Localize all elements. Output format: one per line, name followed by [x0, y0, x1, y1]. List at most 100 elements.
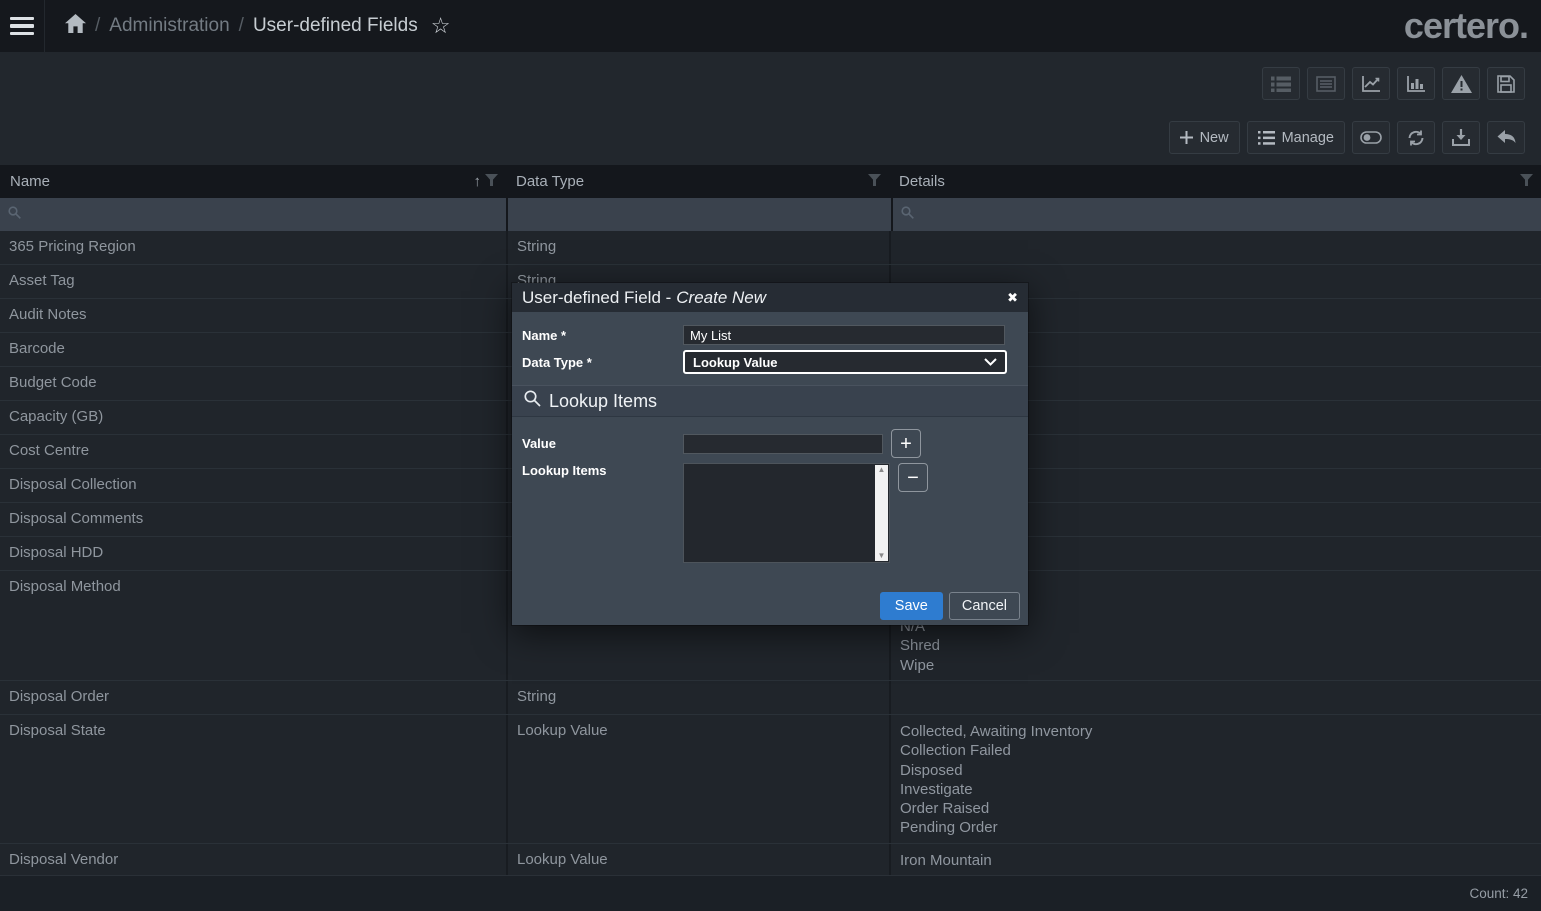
section-title: Lookup Items: [549, 391, 657, 412]
detail-item: Investigate: [900, 780, 1532, 799]
data-type-field-label: Data Type *: [522, 355, 683, 370]
line-chart-icon[interactable]: [1352, 67, 1390, 100]
cancel-button[interactable]: Cancel: [949, 592, 1020, 620]
row-data-type: String: [506, 681, 889, 714]
dialog-title-emphasis: Create New: [676, 288, 766, 308]
table-row[interactable]: 365 Pricing Region String: [0, 231, 1541, 265]
row-name: Disposal Vendor: [0, 844, 506, 876]
value-field-label: Value: [522, 436, 683, 451]
column-header-name[interactable]: Name ↑: [0, 165, 506, 198]
row-name: Disposal Method: [0, 571, 506, 680]
row-name: Asset Tag: [0, 265, 506, 298]
details-filter-input[interactable]: [920, 207, 1533, 223]
new-button-label: New: [1200, 130, 1229, 146]
close-icon[interactable]: ✖: [1007, 290, 1018, 306]
create-new-dialog: User-defined Field - Create New ✖ Name *…: [512, 283, 1028, 625]
breadcrumb: / Administration / User-defined Fields ☆: [65, 14, 450, 39]
search-icon: [901, 206, 914, 224]
row-name: Disposal State: [0, 715, 506, 843]
add-item-button[interactable]: +: [891, 429, 921, 458]
table-header: Name ↑ Data Type Details: [0, 165, 1541, 198]
manage-button[interactable]: Manage: [1247, 121, 1345, 154]
table-row[interactable]: Disposal State Lookup Value Collected, A…: [0, 715, 1541, 844]
bar-chart-icon[interactable]: [1397, 67, 1435, 100]
row-name: Cost Centre: [0, 435, 506, 468]
column-label: Details: [899, 173, 945, 190]
dialog-title: User-defined Field -: [522, 288, 671, 308]
row-name: Disposal Order: [0, 681, 506, 714]
scroll-up-icon[interactable]: ▲: [878, 465, 886, 475]
remove-item-button[interactable]: −: [898, 463, 928, 492]
listbox-scrollbar[interactable]: ▲ ▼: [875, 465, 888, 561]
breadcrumb-section[interactable]: Administration: [109, 15, 229, 37]
sort-ascending-icon: ↑: [474, 173, 482, 190]
hamburger-icon[interactable]: [0, 0, 45, 52]
data-type-filter-cell[interactable]: [508, 198, 891, 231]
breadcrumb-separator: /: [239, 15, 244, 37]
new-button[interactable]: New: [1169, 121, 1240, 154]
value-field[interactable]: [683, 434, 883, 454]
filter-funnel-icon[interactable]: [868, 173, 881, 190]
list-view-icon[interactable]: [1262, 67, 1300, 100]
row-name: Disposal Collection: [0, 469, 506, 502]
row-details: Iron Mountain: [889, 844, 1541, 876]
dialog-title-bar: User-defined Field - Create New ✖: [512, 283, 1028, 312]
name-field[interactable]: [683, 325, 1005, 345]
export-icon[interactable]: [1442, 121, 1480, 154]
name-filter-input[interactable]: [27, 207, 498, 223]
row-name: Capacity (GB): [0, 401, 506, 434]
detail-item: Shred: [900, 636, 1532, 655]
view-toolbar: [0, 67, 1541, 100]
filter-funnel-icon[interactable]: [485, 173, 498, 190]
lookup-items-section-header: Lookup Items: [512, 385, 1028, 417]
save-button[interactable]: Save: [880, 592, 943, 620]
row-name: Budget Code: [0, 367, 506, 400]
row-name: Audit Notes: [0, 299, 506, 332]
row-details: [889, 231, 1541, 264]
scroll-down-icon[interactable]: ▼: [878, 551, 886, 561]
row-data-type: String: [506, 231, 889, 264]
name-filter-cell[interactable]: [0, 198, 506, 231]
manage-button-label: Manage: [1282, 130, 1334, 146]
detail-item: Collection Failed: [900, 741, 1532, 760]
detail-view-icon[interactable]: [1307, 67, 1345, 100]
detail-item: Disposed: [900, 761, 1532, 780]
column-header-data-type[interactable]: Data Type: [506, 165, 889, 198]
toggle-icon[interactable]: [1352, 121, 1390, 154]
column-label: Name: [10, 173, 50, 190]
breadcrumb-current: User-defined Fields: [253, 15, 418, 37]
row-details: [889, 681, 1541, 714]
row-data-type: Lookup Value: [506, 715, 889, 843]
filter-row: [0, 198, 1541, 231]
search-icon: [8, 206, 21, 224]
filter-funnel-icon[interactable]: [1520, 173, 1533, 190]
data-type-filter-input[interactable]: [516, 207, 883, 223]
refresh-icon[interactable]: [1397, 121, 1435, 154]
column-header-details[interactable]: Details: [889, 165, 1541, 198]
top-bar: / Administration / User-defined Fields ☆…: [0, 0, 1541, 52]
detail-item: Wipe: [900, 656, 1532, 675]
alerts-icon[interactable]: [1442, 67, 1480, 100]
row-name: 365 Pricing Region: [0, 231, 506, 264]
record-count: Count: 42: [1469, 886, 1528, 901]
star-outline-icon[interactable]: ☆: [431, 15, 451, 37]
row-name: Disposal HDD: [0, 537, 506, 570]
breadcrumb-separator: /: [95, 15, 100, 37]
dialog-body: Name * Data Type * Lookup Value Lookup I…: [512, 312, 1028, 625]
lookup-items-listbox[interactable]: ▲ ▼: [683, 463, 890, 563]
detail-item: Order Raised: [900, 799, 1532, 818]
save-view-icon[interactable]: [1487, 67, 1525, 100]
row-data-type: Lookup Value: [506, 844, 889, 876]
name-field-label: Name *: [522, 328, 683, 343]
app-logo: certero.: [1404, 5, 1528, 47]
details-filter-cell[interactable]: [893, 198, 1541, 231]
detail-item: Pending Order: [900, 818, 1532, 837]
home-icon[interactable]: [65, 14, 86, 39]
undo-icon[interactable]: [1487, 121, 1525, 154]
table-row[interactable]: Disposal Vendor Lookup Value Iron Mounta…: [0, 844, 1541, 876]
detail-item: Iron Mountain: [900, 851, 1532, 870]
lookup-items-label: Lookup Items: [522, 463, 683, 478]
table-row[interactable]: Disposal Order String: [0, 681, 1541, 715]
data-type-select[interactable]: Lookup Value: [683, 350, 1007, 374]
status-bar: Count: 42: [0, 875, 1541, 911]
